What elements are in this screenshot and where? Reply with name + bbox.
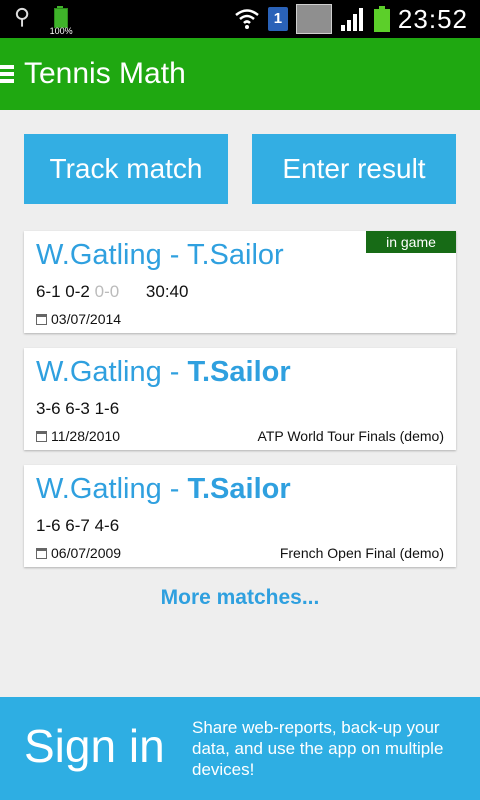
match-card[interactable]: W.Gatling - T.Sailor 1-6 6-7 4-6 06/07/2… [24, 465, 456, 567]
wifi-icon [235, 9, 259, 29]
track-match-button[interactable]: Track match [24, 134, 228, 204]
player-one: W.Gatling [36, 356, 162, 388]
status-bar: ⚲ 100% 1 23:52 [0, 0, 480, 38]
sign-in-title[interactable]: Sign in [24, 719, 165, 773]
enter-result-button[interactable]: Enter result [252, 134, 456, 204]
date-text: 11/28/2010 [51, 428, 121, 444]
player-two: T.Sailor [186, 239, 284, 271]
in-game-badge: in game [366, 231, 456, 253]
score-current-game: 0-0 [94, 282, 120, 301]
action-bar: Tennis Math [0, 38, 480, 110]
calendar-icon [36, 547, 47, 559]
score-sets: 3-6 6-3 1-6 [36, 399, 120, 418]
match-score: 6-1 0-2 0-0 30:40 [36, 282, 188, 302]
player-two: T.Sailor [187, 356, 291, 388]
player-one: W.Gatling [36, 473, 162, 505]
player-two: T.Sailor [187, 473, 291, 505]
score-sets: 6-1 0-2 [36, 282, 90, 301]
battery-percent: 100% [49, 26, 73, 36]
players-separator: - [161, 473, 188, 505]
match-date: 11/28/2010 [36, 428, 120, 444]
match-date: 06/07/2009 [36, 545, 121, 561]
date-text: 03/07/2014 [51, 311, 122, 327]
signal-icon [340, 8, 363, 31]
match-players: W.Gatling - T.Sailor [36, 473, 291, 506]
tournament-name: French Open Final (demo) [279, 545, 444, 561]
hamburger-icon[interactable] [0, 65, 14, 83]
match-score: 1-6 6-7 4-6 [36, 516, 119, 536]
sign-in-description: Share web-reports, back-up your data, an… [192, 718, 444, 779]
sim-icon: 1 [267, 7, 288, 31]
more-matches-link[interactable]: More matches... [0, 586, 480, 610]
game-points: 30:40 [145, 282, 189, 301]
match-date: 03/07/2014 [36, 311, 121, 327]
match-card[interactable]: in game W.Gatling - T.Sailor 6-1 0-2 0-0… [24, 231, 456, 333]
players-separator: - [161, 356, 188, 388]
match-players: W.Gatling - T.Sailor [36, 356, 291, 389]
clock: 23:52 [397, 3, 468, 34]
player-one: W.Gatling [36, 239, 162, 271]
no-signal-icon [295, 4, 332, 34]
battery-icon [373, 6, 390, 32]
score-sets: 1-6 6-7 4-6 [36, 516, 120, 535]
match-score: 3-6 6-3 1-6 [36, 399, 119, 419]
players-separator: - [161, 239, 187, 271]
usb-icon: ⚲ [14, 5, 31, 30]
match-players: W.Gatling - T.Sailor [36, 239, 284, 272]
battery-icon: 100% [48, 6, 73, 36]
calendar-icon [36, 313, 47, 325]
sign-in-banner[interactable]: Sign in Share web-reports, back-up your … [0, 697, 480, 800]
date-text: 06/07/2009 [51, 545, 122, 561]
calendar-icon [36, 430, 47, 442]
match-card[interactable]: W.Gatling - T.Sailor 3-6 6-3 1-6 11/28/2… [24, 348, 456, 450]
tournament-name: ATP World Tour Finals (demo) [257, 428, 444, 444]
app-title[interactable]: Tennis Math [24, 57, 186, 91]
